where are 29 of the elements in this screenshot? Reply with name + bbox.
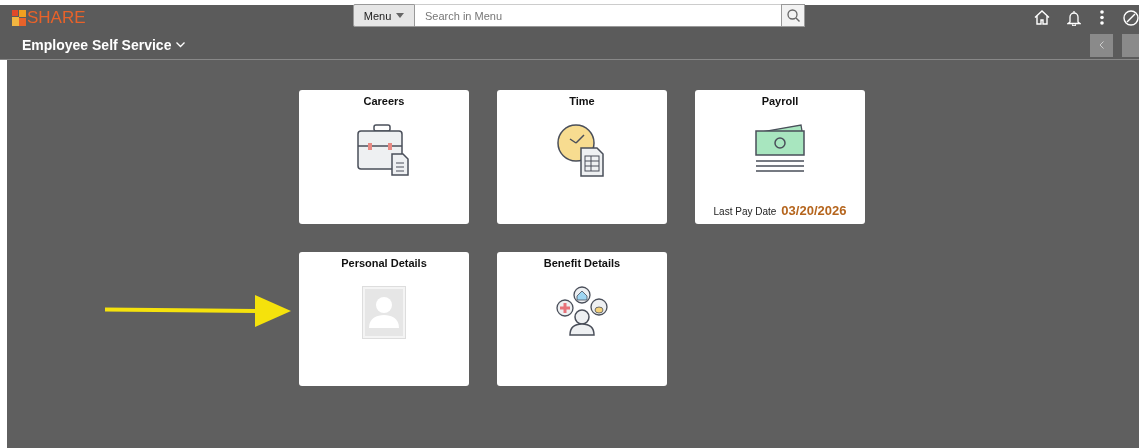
money-icon (755, 124, 805, 172)
briefcase-icon (357, 124, 411, 176)
footer-value: 03/20/2026 (781, 203, 847, 218)
tile-title: Payroll (761, 95, 799, 107)
tile-title: Personal Details (341, 257, 427, 269)
tile[interactable]: Benefit Details (497, 252, 667, 386)
tile[interactable]: Payroll Last Pay Date 03/20/2026 (695, 90, 865, 224)
caret-icon (396, 13, 405, 18)
logo-icon (12, 9, 26, 26)
tile-title: Careers (363, 95, 405, 107)
benefits-person-icon (555, 286, 609, 336)
home-icon[interactable] (1034, 10, 1050, 25)
menu-button[interactable]: Menu (353, 4, 415, 27)
person-placeholder-icon (362, 286, 406, 339)
page-title[interactable]: Employee Self Service (22, 36, 172, 53)
chevron-left-icon (1099, 41, 1104, 49)
more-icon[interactable] (1100, 10, 1104, 25)
bell-icon[interactable] (1067, 9, 1081, 26)
footer-label: Last Pay Date (713, 206, 777, 217)
tile[interactable]: Time (497, 90, 667, 224)
tile-title: Time (569, 95, 595, 107)
chevron-down-icon[interactable] (176, 41, 186, 48)
tile[interactable]: Personal Details (299, 252, 469, 386)
search-icon (786, 9, 800, 22)
tile-title: Benefit Details (543, 257, 621, 269)
search-button[interactable] (781, 4, 805, 27)
search-field[interactable]: Search in Menu (415, 4, 781, 27)
tile[interactable]: Careers (299, 90, 469, 224)
clock-document-icon (557, 124, 607, 178)
